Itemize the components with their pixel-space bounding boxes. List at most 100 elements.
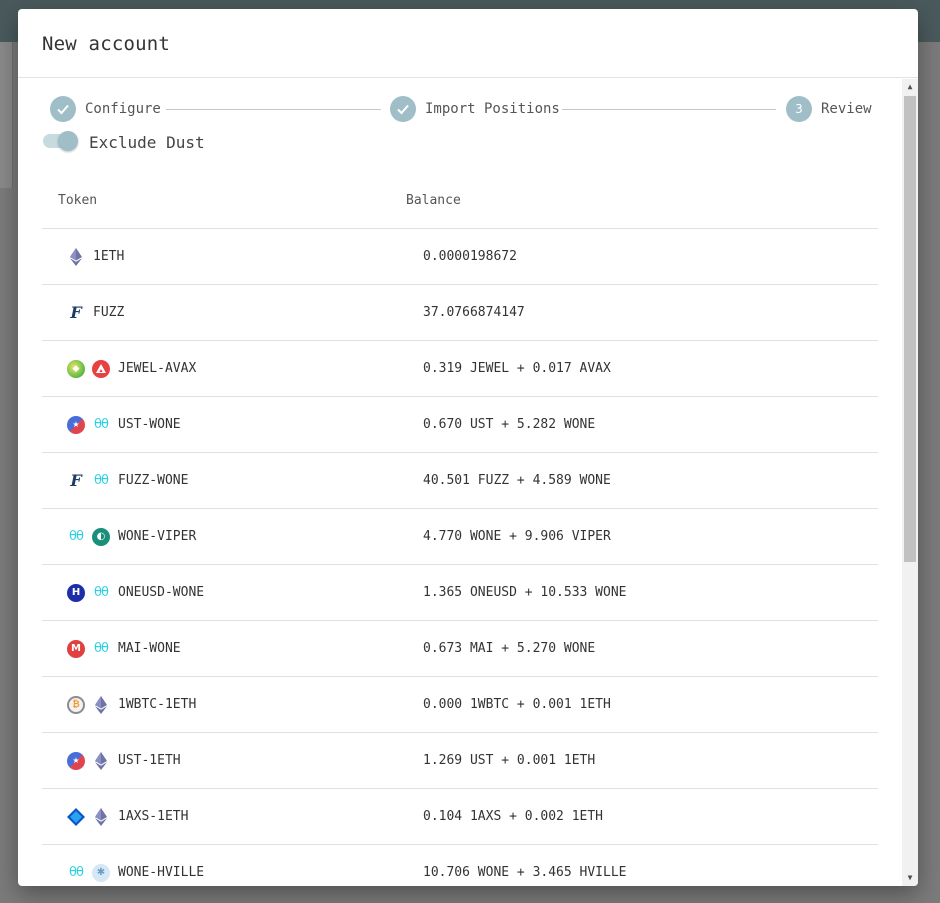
harmony-icon: θθ [94,473,109,488]
token-name: 1WBTC-1ETH [118,697,197,712]
btc-icon: ₿ [67,695,85,714]
scroll-down-arrow-icon[interactable]: ▼ [902,870,918,886]
table-row: ₿ 1WBTC-1ETH 0.000 1WBTC + 0.001 1ETH [42,677,878,733]
column-header-balance: Balance [406,193,461,208]
fuzz-icon: F [70,471,82,490]
token-cell: Hθθ ONEUSD-WONE [42,583,406,602]
token-cell: ★ θθ UST-WONE [42,415,406,434]
token-icons [67,807,117,826]
new-account-dialog: New account Configure Import Positions 3… [18,9,918,886]
token-cell: θθ ✱ WONE-HVILLE [42,863,406,882]
dialog-body: Configure Import Positions 3 Review Excl… [18,79,902,886]
token-icons: ◆ [67,359,117,378]
token-icons: F [67,303,92,322]
stepper: Configure Import Positions 3 Review [50,96,872,124]
token-name: FUZZ-WONE [118,473,189,488]
token-icons: Mθθ [67,639,117,658]
step-number: 3 [786,96,812,122]
ust-icon: ★ [67,415,85,434]
hville-icon: ✱ [92,863,110,882]
mai-icon: M [67,639,85,658]
balance-cell: 0.673 MAI + 5.270 WONE [423,641,596,656]
token-name: ONEUSD-WONE [118,585,205,600]
token-name: WONE-HVILLE [118,865,205,880]
token-name: WONE-VIPER [118,529,197,544]
token-cell: 1AXS-1ETH [42,807,406,826]
token-icons: θθ ✱ [67,863,117,882]
step-connector [166,109,381,110]
balance-cell: 1.365 ONEUSD + 10.533 WONE [423,585,627,600]
positions-table: Token Balance 1ETH 0.0000198672 F FUZZ 37.07… [42,173,878,886]
step-import-positions[interactable]: Import Positions [390,96,560,122]
token-cell: Fθθ FUZZ-WONE [42,471,406,490]
table-row: 1ETH 0.0000198672 [42,229,878,285]
viper-icon: ◐ [92,527,110,546]
token-name: UST-WONE [118,417,181,432]
balance-cell: 40.501 FUZZ + 4.589 WONE [423,473,611,488]
harmony-icon: θθ [69,529,84,544]
scroll-up-arrow-icon[interactable]: ▲ [902,79,918,95]
token-name: JEWEL-AVAX [118,361,197,376]
table-row: Hθθ ONEUSD-WONE 1.365 ONEUSD + 10.533 WONE [42,565,878,621]
dialog-header: New account [18,9,918,78]
balance-cell: 0.319 JEWEL + 0.017 AVAX [423,361,611,376]
step-label: Review [821,101,872,117]
balance-cell: 1.269 UST + 0.001 1ETH [423,753,596,768]
token-name: UST-1ETH [118,753,181,768]
harmony-icon: θθ [94,641,109,656]
balance-cell: 4.770 WONE + 9.906 VIPER [423,529,611,544]
background-card [0,42,13,188]
scrollbar[interactable]: ▲ ▼ [902,79,918,886]
token-name: FUZZ [93,305,125,320]
token-icons: ₿ [67,695,117,714]
eth-icon [67,247,85,266]
token-cell: F FUZZ [42,303,406,322]
exclude-dust-toggle[interactable] [43,131,79,151]
check-icon [50,96,76,122]
token-cell: θθ ◐ WONE-VIPER [42,527,406,546]
jewel-icon: ◆ [67,359,85,378]
token-cell: ₿ 1WBTC-1ETH [42,695,406,714]
table-row: θθ ✱ WONE-HVILLE 10.706 WONE + 3.465 HVILLE [42,845,878,886]
harmony-icon: θθ [94,417,109,432]
toggle-knob [58,131,78,151]
harmony-icon: θθ [94,585,109,600]
balance-cell: 0.0000198672 [423,249,517,264]
ust-icon: ★ [67,751,85,770]
balance-cell: 0.000 1WBTC + 0.001 1ETH [423,697,611,712]
exclude-dust-label: Exclude Dust [89,133,205,152]
token-icons [67,247,92,266]
step-review[interactable]: 3 Review [786,96,872,122]
token-icons: θθ ◐ [67,527,117,546]
step-configure[interactable]: Configure [50,96,161,122]
token-cell: 1ETH [42,247,406,266]
token-icons: ★ θθ [67,415,117,434]
oneusd-icon: H [67,583,85,602]
token-cell: ◆ JEWEL-AVAX [42,359,406,378]
step-label: Configure [85,101,161,117]
balance-cell: 0.670 UST + 5.282 WONE [423,417,596,432]
table-row: F FUZZ 37.0766874147 [42,285,878,341]
table-row: Fθθ FUZZ-WONE 40.501 FUZZ + 4.589 WONE [42,453,878,509]
table-row: Mθθ MAI-WONE 0.673 MAI + 5.270 WONE [42,621,878,677]
table-row: ◆ JEWEL-AVAX 0.319 JEWEL + 0.017 AVAX [42,341,878,397]
eth-icon [92,751,110,770]
balance-cell: 0.104 1AXS + 0.002 1ETH [423,809,604,824]
table-header: Token Balance [42,173,878,229]
token-cell: ★ UST-1ETH [42,751,406,770]
table-row: ★ UST-1ETH 1.269 UST + 0.001 1ETH [42,733,878,789]
token-icons: Hθθ [67,583,117,602]
eth-icon [92,807,110,826]
balance-cell: 10.706 WONE + 3.465 HVILLE [423,865,627,880]
check-icon [390,96,416,122]
table-row: 1AXS-1ETH 0.104 1AXS + 0.002 1ETH [42,789,878,845]
eth-icon [92,695,110,714]
fuzz-icon: F [70,303,82,322]
balance-cell: 37.0766874147 [423,305,525,320]
table-body: 1ETH 0.0000198672 F FUZZ 37.0766874147 ◆ JEWEL… [42,229,878,886]
token-cell: Mθθ MAI-WONE [42,639,406,658]
axs-icon [67,807,85,826]
step-connector [562,109,776,110]
token-icons: ★ [67,751,117,770]
scrollbar-thumb[interactable] [904,96,916,562]
